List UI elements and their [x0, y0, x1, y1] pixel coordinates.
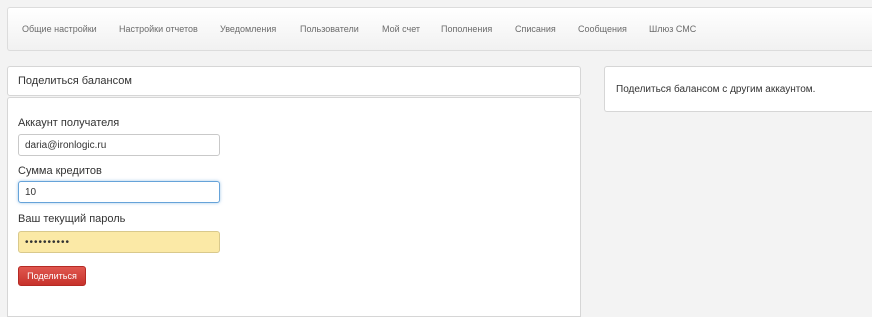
share-button[interactable]: Поделиться: [18, 266, 86, 286]
tab-users[interactable]: Пользователи: [300, 24, 359, 35]
tab-top-ups[interactable]: Пополнения: [441, 24, 492, 35]
tab-charges[interactable]: Списания: [515, 24, 556, 35]
share-balance-panel-header: Поделиться балансом: [7, 66, 581, 96]
tab-general-settings[interactable]: Общие настройки: [22, 24, 97, 35]
info-text: Поделиться балансом с другим аккаунтом.: [616, 84, 816, 95]
credits-amount-input[interactable]: [18, 181, 220, 203]
settings-tabs-bar: Общие настройки Настройки отчетов Уведом…: [7, 7, 872, 51]
current-password-label: Ваш текущий пароль: [18, 213, 126, 225]
recipient-account-input[interactable]: [18, 134, 220, 156]
credits-amount-label: Сумма кредитов: [18, 165, 102, 177]
tab-messages[interactable]: Сообщения: [578, 24, 627, 35]
tab-sms-gateway[interactable]: Шлюз СМС: [649, 24, 696, 35]
tab-my-account[interactable]: Мой счет: [382, 24, 420, 35]
current-password-input[interactable]: [18, 231, 220, 253]
recipient-account-label: Аккаунт получателя: [18, 117, 120, 129]
share-balance-form: Аккаунт получателя Сумма кредитов Ваш те…: [7, 97, 581, 317]
tab-notifications[interactable]: Уведомления: [220, 24, 276, 35]
info-card: Поделиться балансом с другим аккаунтом.: [604, 66, 872, 112]
tab-report-settings[interactable]: Настройки отчетов: [119, 24, 198, 35]
panel-title: Поделиться балансом: [18, 75, 132, 87]
